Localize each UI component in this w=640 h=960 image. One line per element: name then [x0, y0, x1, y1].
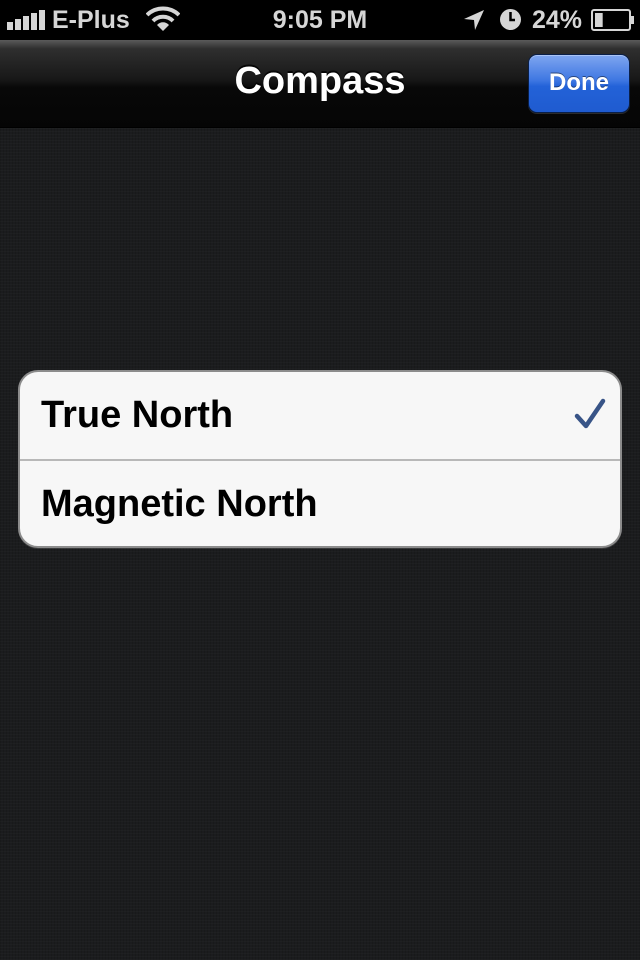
- done-button[interactable]: Done: [528, 54, 630, 113]
- alarm-clock-icon: [500, 9, 521, 30]
- option-true-north[interactable]: True North: [20, 372, 620, 459]
- battery-icon: [591, 9, 634, 31]
- option-magnetic-north[interactable]: Magnetic North: [20, 461, 620, 546]
- status-bar: E-Plus 9:05 PM 24%: [0, 0, 640, 40]
- checkmark-icon: [574, 398, 606, 429]
- signal-bars-icon: [7, 10, 45, 30]
- option-label: Magnetic North: [41, 483, 318, 525]
- location-arrow-icon: [464, 10, 484, 30]
- north-reference-options: True North Magnetic North: [18, 370, 622, 548]
- carrier-name: E-Plus: [52, 6, 130, 34]
- option-label: True North: [41, 394, 234, 436]
- battery-percent: 24%: [532, 6, 583, 34]
- navigation-bar: Compass Done: [0, 40, 640, 128]
- wifi-icon: [146, 6, 180, 31]
